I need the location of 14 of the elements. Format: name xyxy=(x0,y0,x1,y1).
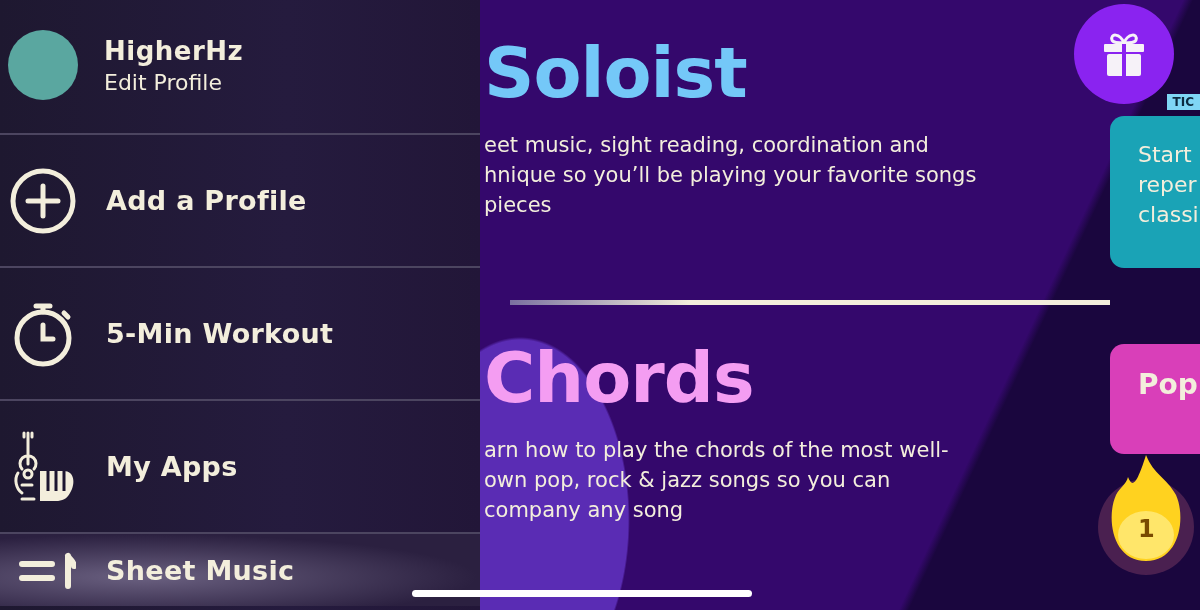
add-icon xyxy=(10,167,76,234)
card-title: Pop xyxy=(1138,368,1199,401)
section-description: eet music, sight reading, coordination and hnique so you’ll be playing your favorite songs pieces xyxy=(484,132,978,219)
section-title: Soloist xyxy=(484,38,748,108)
gift-icon xyxy=(1102,31,1146,77)
profile-name: HigherHz xyxy=(104,35,244,66)
streak-badge[interactable]: 1 xyxy=(1094,455,1198,575)
edit-profile-link[interactable]: Edit Profile xyxy=(104,69,244,95)
section-title: Chords xyxy=(484,343,755,413)
menu-item[interactable]: Sheet Music xyxy=(0,534,480,606)
section-description: arn how to play the chords of the most well- own pop, rock & jazz songs so you can company any song xyxy=(484,437,950,524)
card-tag: TIC xyxy=(1166,94,1200,110)
card-text: Start reper classi xyxy=(1138,141,1200,229)
streak-count: 1 xyxy=(1138,515,1155,543)
